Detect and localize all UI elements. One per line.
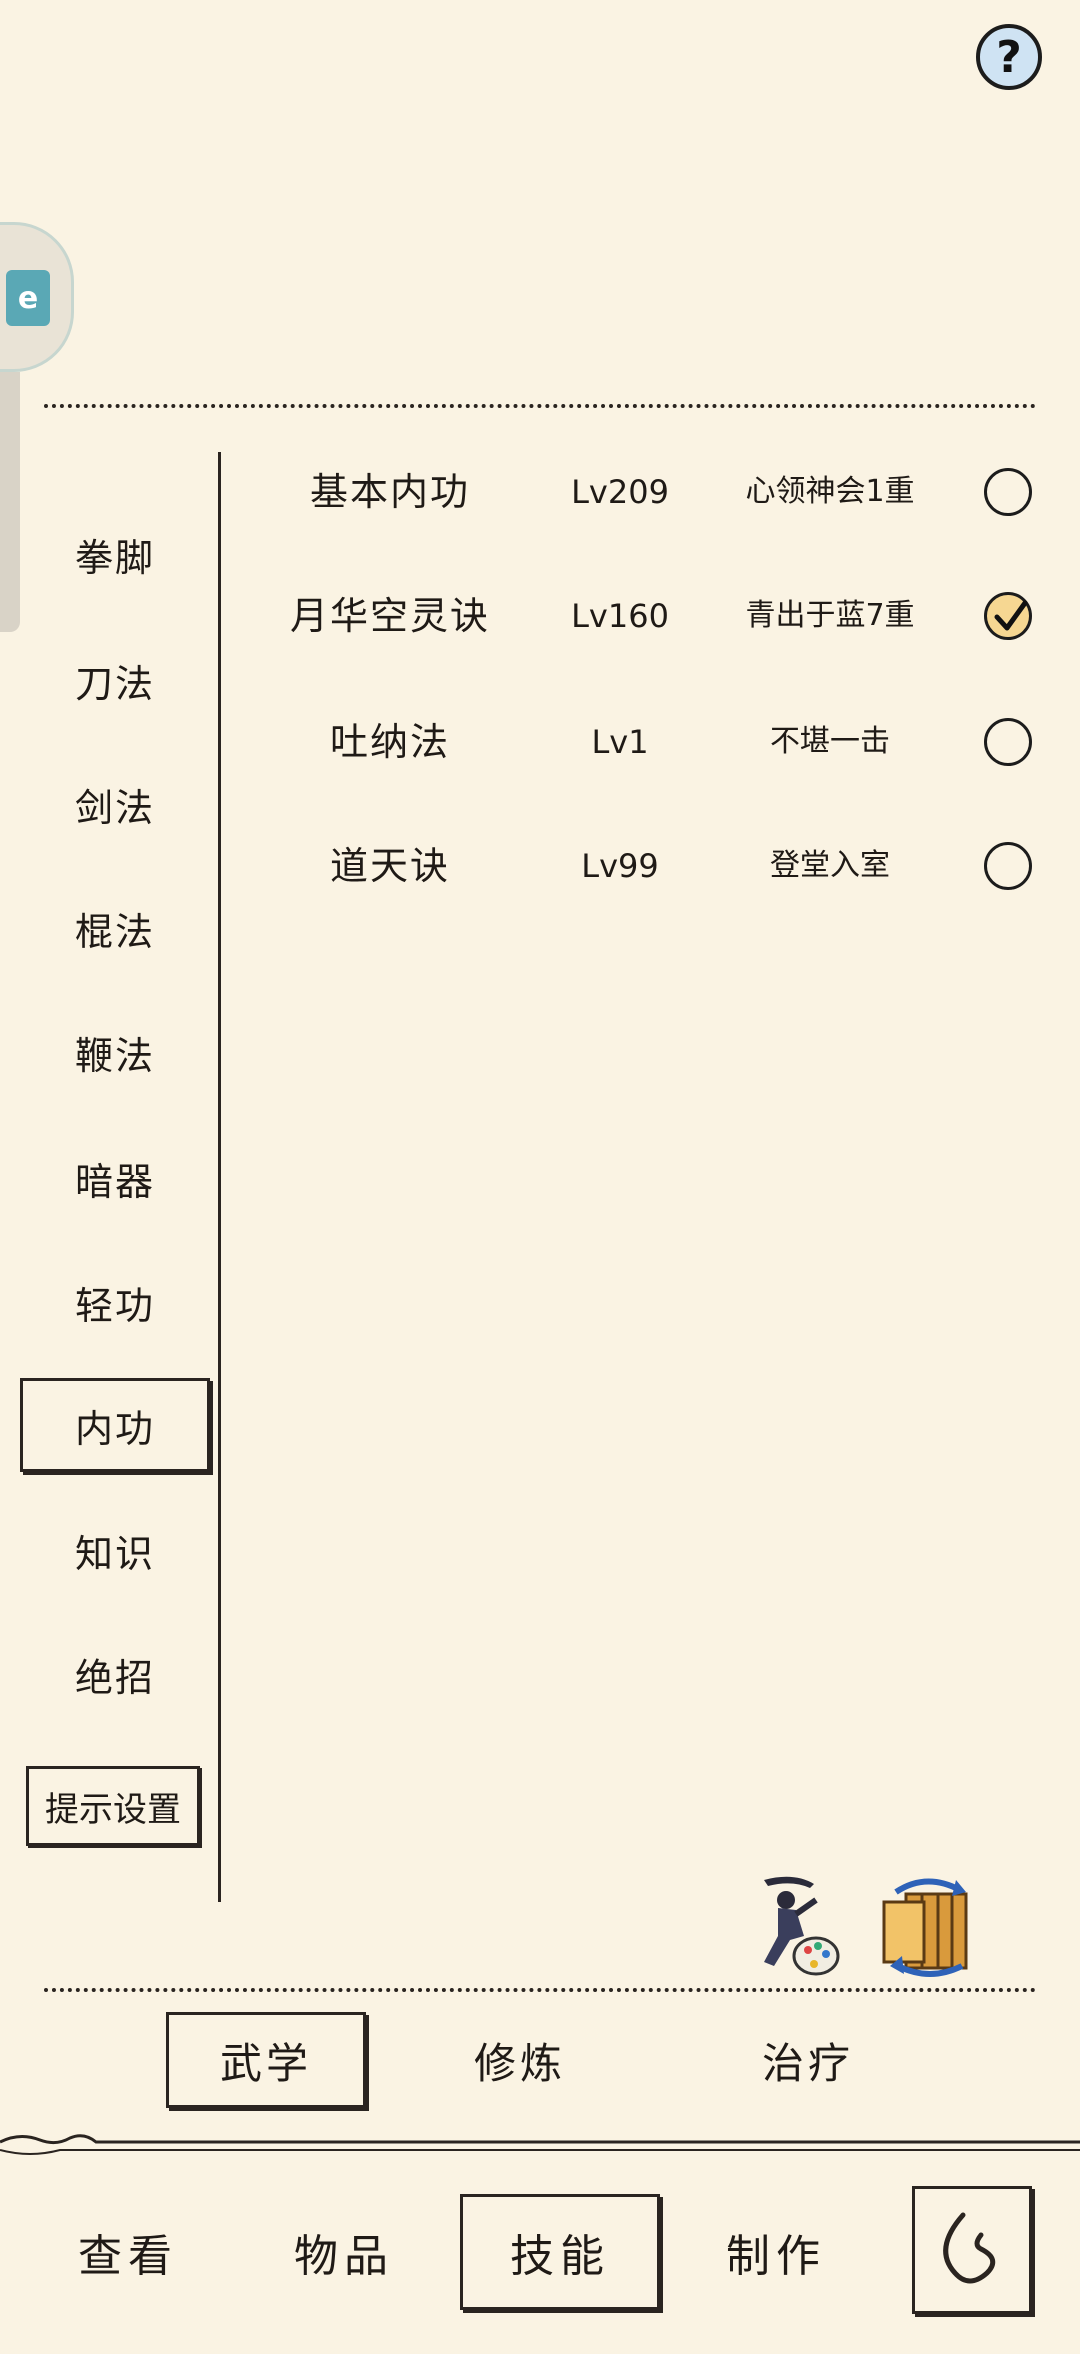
bottom-divider	[44, 1988, 1036, 1992]
warrior-palette-icon[interactable]	[744, 1870, 844, 1980]
skill-name: 月华空灵诀	[289, 594, 490, 638]
nav-skills[interactable]: 技能	[460, 2194, 660, 2310]
assistant-icon[interactable]: e	[6, 270, 50, 326]
nav-label: 制作	[726, 2231, 826, 2282]
nav-label: 技能	[510, 2231, 610, 2282]
category-label: 内功	[74, 1406, 155, 1451]
skill-select-radio[interactable]	[984, 468, 1032, 516]
floating-assistant-strip	[0, 372, 20, 632]
subtab-wuxue[interactable]: 武学	[166, 2012, 366, 2108]
checkmark-icon	[994, 600, 1028, 631]
category-label: 绝招	[74, 1655, 155, 1700]
skill-name: 吐纳法	[329, 720, 450, 764]
category-anqi[interactable]: 暗器	[20, 1138, 210, 1218]
subtab-label: 治疗	[761, 2038, 854, 2088]
nav-label: 物品	[294, 2231, 394, 2282]
skill-level: Lv209	[571, 473, 669, 511]
category-label: 棍法	[74, 909, 155, 954]
skill-name: 道天诀	[329, 844, 450, 888]
nav-craft[interactable]: 制作	[676, 2194, 876, 2310]
category-label: 知识	[74, 1531, 155, 1576]
skill-rank: 登堂入室	[770, 848, 890, 883]
category-bianfa[interactable]: 鞭法	[20, 1012, 210, 1092]
subtab-label: 武学	[219, 2038, 312, 2088]
subtab-label: 修炼	[473, 2038, 566, 2088]
category-label: 鞭法	[74, 1033, 155, 1078]
category-label: 刀法	[74, 661, 155, 706]
nav-label: 查看	[78, 2231, 178, 2282]
skill-level: Lv99	[581, 847, 659, 885]
top-divider	[44, 404, 1036, 408]
skill-level: Lv160	[571, 597, 669, 635]
category-label: 轻功	[74, 1283, 155, 1328]
skill-level: Lv1	[591, 723, 649, 761]
sidebar-divider	[218, 452, 221, 1902]
skill-select-radio[interactable]	[984, 718, 1032, 766]
hint-settings-button[interactable]: 提示设置	[26, 1766, 200, 1846]
category-quanjiao[interactable]: 拳脚	[20, 514, 210, 594]
category-neigong[interactable]: 内功	[20, 1378, 210, 1472]
nav-items[interactable]: 物品	[244, 2194, 444, 2310]
category-juezhao[interactable]: 绝招	[20, 1634, 210, 1714]
hint-settings-label: 提示设置	[45, 1789, 181, 1830]
skill-row[interactable]: 月华空灵诀 Lv160 青出于蓝7重	[250, 576, 1050, 656]
help-label: ?	[996, 31, 1022, 83]
skill-rank: 心领神会1重	[745, 474, 915, 509]
nav-view[interactable]: 查看	[28, 2194, 228, 2310]
skill-row[interactable]: 道天诀 Lv99 登堂入室	[250, 826, 1050, 906]
category-qinggong[interactable]: 轻功	[20, 1262, 210, 1342]
skill-rank: 青出于蓝7重	[745, 598, 915, 633]
skill-select-radio[interactable]	[984, 592, 1032, 640]
category-label: 拳脚	[74, 535, 155, 580]
back-arrow-icon	[943, 2212, 996, 2284]
category-jianfa[interactable]: 剑法	[20, 764, 210, 844]
back-button[interactable]	[912, 2186, 1032, 2314]
category-zhishi[interactable]: 知识	[20, 1510, 210, 1590]
skill-select-radio[interactable]	[984, 842, 1032, 890]
subtab-xiulian[interactable]: 修炼	[420, 2012, 620, 2108]
skill-rank: 不堪一击	[770, 724, 890, 759]
category-label: 暗器	[74, 1159, 155, 1204]
subtab-zhiliao[interactable]: 治疗	[708, 2012, 908, 2108]
help-button[interactable]: ?	[976, 24, 1042, 90]
category-label: 剑法	[74, 785, 155, 830]
skill-row[interactable]: 基本内功 Lv209 心领神会1重	[250, 452, 1050, 532]
scroll-swap-icon[interactable]	[876, 1876, 982, 1978]
cloud-ornament	[0, 2134, 1080, 2155]
skill-row[interactable]: 吐纳法 Lv1 不堪一击	[250, 702, 1050, 782]
category-daofa[interactable]: 刀法	[20, 640, 210, 720]
skill-name: 基本内功	[309, 470, 470, 514]
category-gunfa[interactable]: 棍法	[20, 888, 210, 968]
